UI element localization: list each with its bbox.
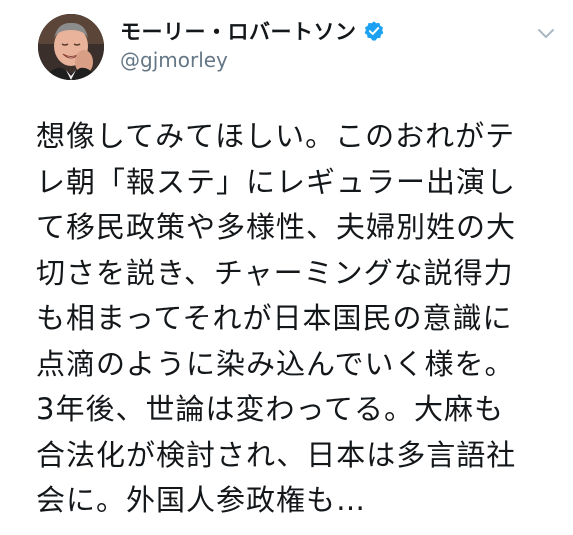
tweet-text-line: 切さを説き、チャーミングな説得力	[36, 255, 514, 290]
tweet-text-line: て移民政策や多様性、夫婦別姓の大	[36, 210, 517, 244]
display-name[interactable]: モーリー・ロバートソン	[120, 16, 357, 46]
tweet-text: 想像してみてほしい。このおれがテ レ朝「報ステ」にレギュラー出演し て移民政策や…	[36, 114, 556, 524]
tweet-text-line: 点滴のように染み込んでいく様を。	[36, 346, 515, 381]
verified-badge-icon	[363, 20, 385, 42]
author-name-row[interactable]: モーリー・ロバートソン	[120, 16, 385, 46]
tweet-text-line: 3年後、世論は変わってる。大麻も	[36, 392, 505, 426]
avatar-photo	[38, 14, 104, 80]
tweet-text-line: 会に。外国人参政権も…	[36, 483, 367, 517]
chevron-down-icon[interactable]	[536, 26, 556, 40]
author-handle[interactable]: @gjmorley	[120, 48, 228, 72]
tweet-text-line: レ朝「報ステ」にレギュラー出演し	[36, 164, 517, 199]
avatar[interactable]	[38, 14, 104, 80]
tweet-text-line: 合法化が検討され、日本は多言語社	[36, 437, 517, 472]
tweet-card: モーリー・ロバートソン @gjmorley 想像してみてほしい。このおれがテ レ…	[0, 0, 573, 535]
tweet-text-line: も相まってそれが日本国民の意識に	[36, 301, 513, 335]
tweet-text-line: 想像してみてほしい。このおれがテ	[36, 119, 516, 153]
